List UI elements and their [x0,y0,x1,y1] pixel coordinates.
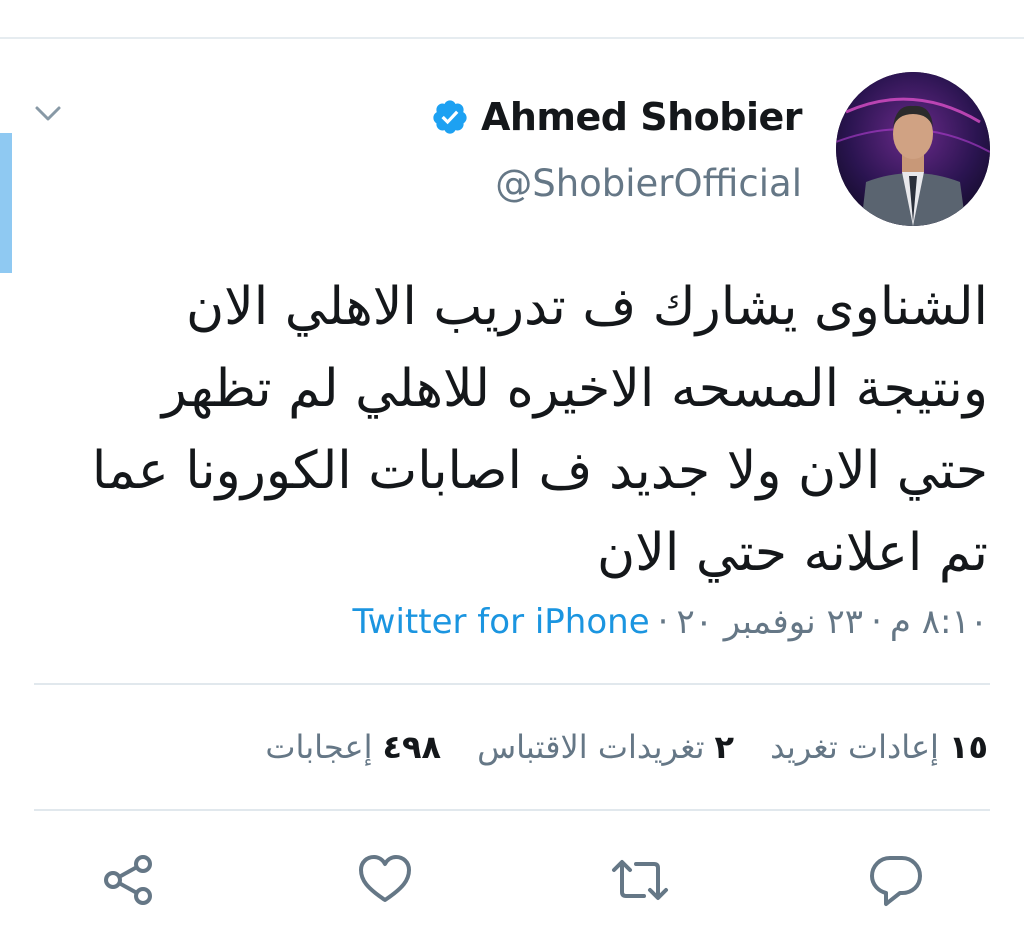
quote-tweets-label: تغريدات الاقتباس [477,728,705,766]
tweet-stats: ١٥ إعادات تغريد ٢ تغريدات الاقتباس ٤٩٨ إ… [265,722,988,772]
like-icon [359,855,411,902]
author-name-row[interactable]: Ahmed Shobier [431,92,803,142]
retweets-stat[interactable]: ١٥ إعادات تغريد [770,728,988,766]
like-button[interactable] [355,850,415,910]
meta-separator: · [657,602,669,642]
retweet-button[interactable] [610,850,670,910]
top-divider [0,37,1024,39]
quote-tweets-stat[interactable]: ٢ تغريدات الاقتباس [477,728,734,766]
tweet-text: الشناوى يشارك ف تدريب الاهلي الان ونتيجة… [88,266,988,594]
reply-icon [870,856,922,906]
tweet-time[interactable]: ٨:١٠ م [890,602,988,642]
reply-button[interactable] [866,850,926,910]
thread-accent-bar [0,133,12,273]
quote-tweets-count: ٢ [714,728,735,766]
tweet-meta: ٨:١٠ م · ٢٣ نوفمبر ٢٠ · Twitter for iPho… [353,596,988,648]
likes-stat[interactable]: ٤٩٨ إعجابات [265,728,441,766]
tweet-text-line: تم اعلانه حتي الان [597,523,988,583]
retweet-icon [612,860,668,900]
chevron-down-icon[interactable] [32,100,64,128]
share-icon [104,855,152,905]
retweets-count: ١٥ [948,728,988,766]
tweet-source-link[interactable]: Twitter for iPhone [353,602,650,642]
tweet-text-line: ونتيجة المسحه الاخيره للاهلي لم تظهر [161,359,988,419]
retweets-label: إعادات تغريد [770,728,939,766]
tweet-text-line: حتي الان ولا جديد ف اصابات الكورونا عما [91,441,988,501]
author-handle[interactable]: @ShobierOfficial [495,162,802,205]
likes-label: إعجابات [265,728,373,766]
verified-badge-icon [433,100,467,134]
divider [34,683,990,685]
tweet-date[interactable]: ٢٣ نوفمبر ٢٠ [676,602,863,642]
share-button[interactable] [98,850,158,910]
likes-count: ٤٩٨ [382,728,442,766]
divider [34,809,990,811]
avatar[interactable] [836,72,990,226]
author-display-name[interactable]: Ahmed Shobier [481,95,803,139]
meta-separator: · [871,602,882,642]
tweet-text-line: الشناوى يشارك ف تدريب الاهلي الان [185,277,988,337]
